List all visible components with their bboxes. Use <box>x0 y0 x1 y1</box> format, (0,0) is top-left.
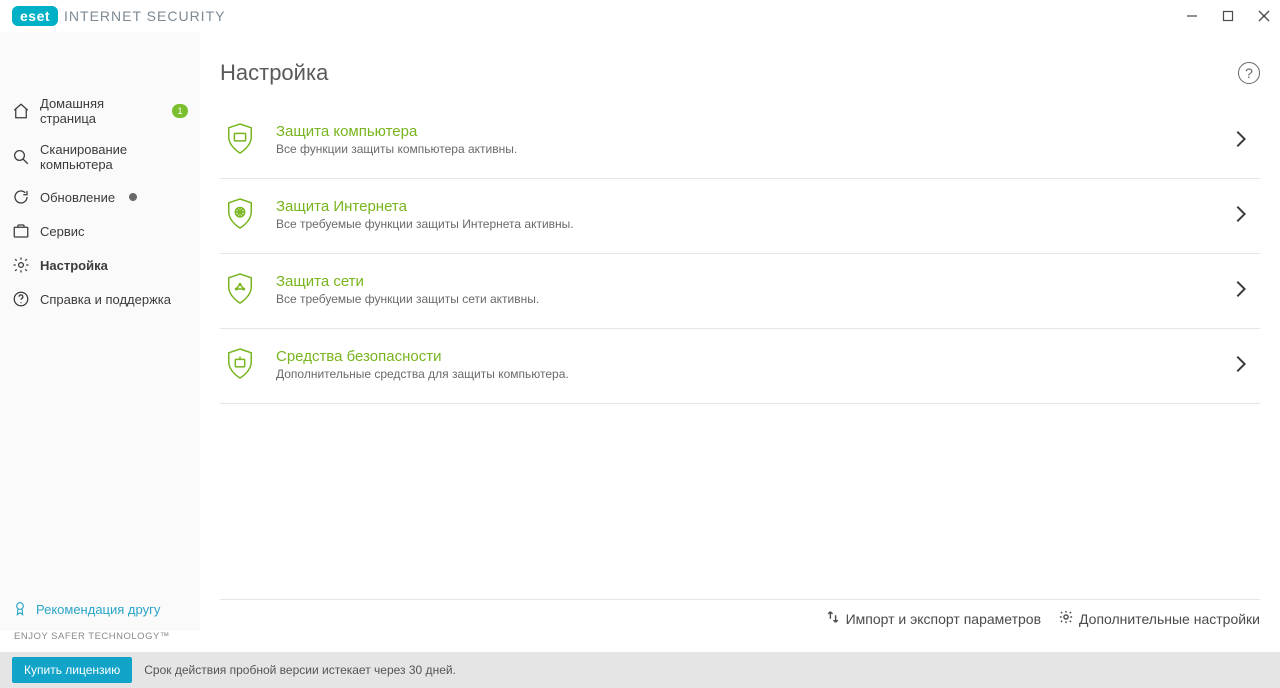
sidebar-item-label: Домашняя страница <box>40 96 158 126</box>
page-title: Настройка <box>220 60 328 86</box>
eset-logo: eset <box>12 6 58 26</box>
update-indicator-icon <box>129 193 137 201</box>
sidebar-item-tools[interactable]: Сервис <box>0 214 200 248</box>
tagline: ENJOY SAFER TECHNOLOGY™ <box>0 631 1280 652</box>
main-footer: Импорт и экспорт параметров Дополнительн… <box>220 599 1260 631</box>
sidebar-item-label: Обновление <box>40 190 115 205</box>
tile-title: Защита сети <box>276 273 1212 290</box>
main-panel: Настройка ? Защита компьютера Все функци… <box>200 32 1280 631</box>
tile-subtitle: Дополнительные средства для защиты компь… <box>276 367 1212 381</box>
shield-globe-icon <box>222 197 258 231</box>
sidebar-item-label: Сканирование компьютера <box>40 142 188 172</box>
chevron-right-icon <box>1230 130 1254 148</box>
home-icon <box>12 102 30 120</box>
recommend-link[interactable]: Рекомендация другу <box>0 588 200 631</box>
tile-subtitle: Все требуемые функции защиты Интернета а… <box>276 217 1212 231</box>
sidebar-item-help[interactable]: Справка и поддержка <box>0 282 200 316</box>
brand: eset INTERNET SECURITY <box>12 6 225 26</box>
gear-icon <box>1059 610 1073 627</box>
chevron-right-icon <box>1230 205 1254 223</box>
titlebar: eset INTERNET SECURITY <box>0 0 1280 32</box>
gear-icon <box>12 256 30 274</box>
magnifier-icon <box>12 148 30 166</box>
shield-network-icon <box>222 272 258 306</box>
sidebar-item-label: Справка и поддержка <box>40 292 171 307</box>
tile-title: Средства безопасности <box>276 348 1212 365</box>
shield-tools-icon <box>222 347 258 381</box>
window-minimize-icon[interactable] <box>1184 8 1200 24</box>
tile-title: Защита компьютера <box>276 123 1212 140</box>
award-icon <box>12 600 28 619</box>
sidebar-item-home[interactable]: Домашняя страница 1 <box>0 88 200 134</box>
sidebar: Домашняя страница 1 Сканирование компьют… <box>0 32 200 631</box>
recommend-label: Рекомендация другу <box>36 602 160 617</box>
product-name: INTERNET SECURITY <box>64 8 225 24</box>
shield-monitor-icon <box>222 122 258 156</box>
window-maximize-icon[interactable] <box>1220 8 1236 24</box>
tile-title: Защита Интернета <box>276 198 1212 215</box>
help-circle-icon <box>12 290 30 308</box>
sidebar-item-label: Настройка <box>40 258 108 273</box>
sidebar-item-label: Сервис <box>40 224 85 239</box>
import-export-icon <box>826 610 840 627</box>
statusbar: Купить лицензию Срок действия пробной ве… <box>0 652 1280 688</box>
chevron-right-icon <box>1230 280 1254 298</box>
tile-network-protection[interactable]: Защита сети Все требуемые функции защиты… <box>220 254 1260 329</box>
sidebar-item-setup[interactable]: Настройка <box>0 248 200 282</box>
tile-security-tools[interactable]: Средства безопасности Дополнительные сре… <box>220 329 1260 404</box>
tile-subtitle: Все требуемые функции защиты сети активн… <box>276 292 1212 306</box>
chevron-right-icon <box>1230 355 1254 373</box>
window-close-icon[interactable] <box>1256 8 1272 24</box>
footer-link-label: Дополнительные настройки <box>1079 611 1260 627</box>
notification-badge: 1 <box>172 104 188 118</box>
sidebar-item-update[interactable]: Обновление <box>0 180 200 214</box>
briefcase-icon <box>12 222 30 240</box>
tile-internet-protection[interactable]: Защита Интернета Все требуемые функции з… <box>220 179 1260 254</box>
footer-link-label: Импорт и экспорт параметров <box>846 611 1041 627</box>
tile-subtitle: Все функции защиты компьютера активны. <box>276 142 1212 156</box>
sidebar-item-scan[interactable]: Сканирование компьютера <box>0 134 200 180</box>
trial-status: Срок действия пробной версии истекает че… <box>144 663 456 677</box>
advanced-settings-link[interactable]: Дополнительные настройки <box>1059 610 1260 627</box>
refresh-icon <box>12 188 30 206</box>
tile-computer-protection[interactable]: Защита компьютера Все функции защиты ком… <box>220 104 1260 179</box>
import-export-link[interactable]: Импорт и экспорт параметров <box>826 610 1041 627</box>
page-help-button[interactable]: ? <box>1238 62 1260 84</box>
buy-license-button[interactable]: Купить лицензию <box>12 657 132 683</box>
